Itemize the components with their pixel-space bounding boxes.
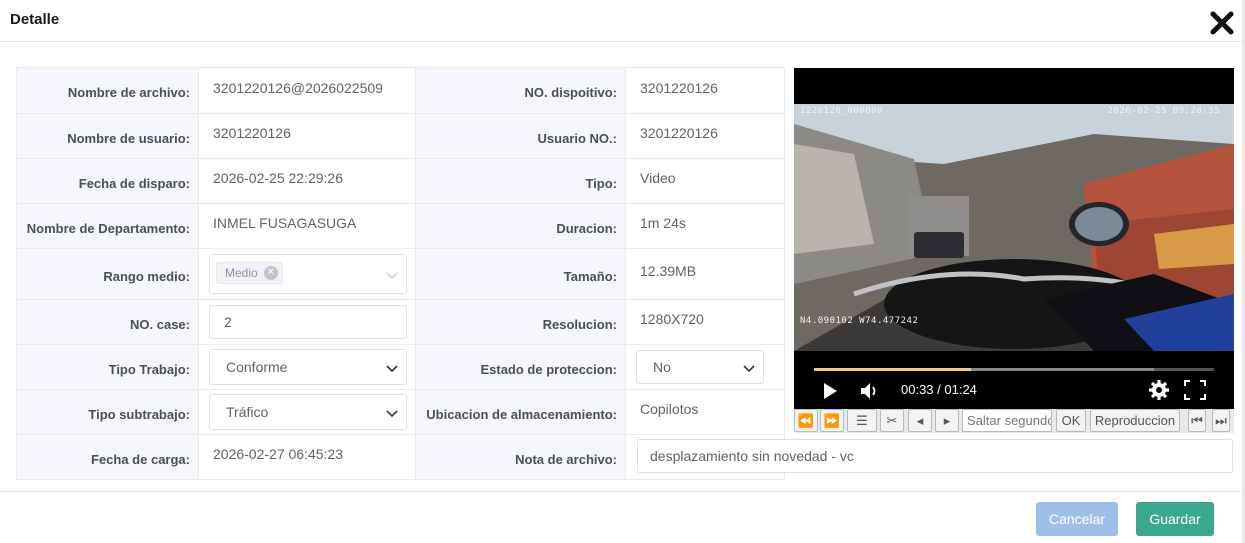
trigger-date-value: 2026-02-25 22:29:26: [213, 170, 343, 186]
upload-date-label: Fecha de carga:: [16, 434, 199, 480]
range-select[interactable]: Medio ✕: [209, 254, 407, 294]
case-no-input[interactable]: 2: [209, 305, 407, 339]
dialog-title: Detalle: [10, 11, 60, 28]
sub-work-type-label: Tipo subtrabajo:: [16, 389, 199, 435]
save-button[interactable]: Guardar: [1136, 502, 1214, 536]
user-name-label: Nombre de usuario:: [16, 113, 199, 159]
seek-played: [814, 368, 972, 371]
range-label: Rango medio:: [16, 248, 199, 300]
fast-forward-button[interactable]: ⏩: [820, 409, 844, 432]
note-input[interactable]: desplazamiento sin novedad - vc: [637, 439, 1233, 473]
dialog-header: Detalle: [0, 0, 1245, 42]
video-frame: 1220126_000000 2026-02-25 09:28:35 N4.09…: [794, 104, 1234, 351]
user-no-label: Usuario NO.:: [415, 113, 626, 159]
ok-button[interactable]: OK: [1056, 409, 1086, 432]
upload-date-value: 2026-02-27 06:45:23: [213, 446, 343, 462]
file-name-value: 3201220126@2026022509: [213, 79, 383, 96]
department-label: Nombre de Departamento:: [16, 203, 199, 249]
tag-close-icon[interactable]: ✕: [263, 266, 278, 280]
duration-label: Duracion:: [415, 203, 626, 249]
osd-device: 1220126_000000: [800, 106, 883, 116]
resolution-value: 1280X720: [640, 311, 704, 327]
next-frame-button[interactable]: ▸: [935, 409, 959, 432]
range-tag: Medio ✕: [216, 262, 283, 284]
list-icon: ☰: [856, 413, 868, 428]
size-label: Tamaño:: [415, 248, 626, 300]
chevron-down-icon: [743, 365, 755, 373]
player-toolbar: ⏪ ⏩ ☰ ✂ ◂ ▸ Saltar segundos OK Reproducc…: [794, 409, 1234, 433]
storage-value: Copilotos: [640, 401, 699, 417]
user-no-value: 3201220126: [640, 125, 718, 141]
prev-frame-icon: ◂: [916, 413, 924, 428]
device-no-value: 3201220126: [640, 79, 718, 96]
rewind-icon: ⏪: [797, 413, 815, 428]
osd-timestamp: 2026-02-25 09:28:35: [1107, 106, 1220, 116]
sub-work-type-select[interactable]: Tráfico: [209, 394, 407, 430]
video-player[interactable]: 1220126_000000 2026-02-25 09:28:35 N4.09…: [794, 68, 1234, 409]
video-scene: [794, 104, 1234, 351]
scissors-icon: ✂: [886, 413, 898, 428]
file-name-label: Nombre de archivo:: [16, 67, 199, 114]
case-no-label: NO. case:: [16, 299, 199, 345]
detail-form: Nombre de archivo: 3201220126@2026022509…: [16, 67, 785, 480]
type-value: Video: [640, 170, 676, 186]
play-icon[interactable]: [822, 382, 838, 400]
osd-coordinates: N4.090102 W74.477242: [800, 316, 919, 326]
fullscreen-icon[interactable]: [1184, 380, 1206, 400]
size-value: 12.39MB: [640, 263, 697, 279]
playback-button[interactable]: Reproduccion: [1090, 409, 1180, 432]
trigger-date-label: Fecha de disparo:: [16, 158, 199, 204]
skip-start-button[interactable]: ⏮: [1188, 409, 1206, 432]
seek-bar[interactable]: [814, 368, 1214, 371]
storage-label: Ubicacion de almacenamiento:: [415, 389, 626, 435]
note-label: Nota de archivo:: [415, 434, 626, 480]
chevron-down-icon: [386, 410, 398, 418]
work-type-select[interactable]: Conforme: [209, 349, 407, 385]
close-icon[interactable]: [1209, 10, 1235, 36]
device-no-label: NO. dispoitivo:: [415, 67, 626, 114]
department-value: INMEL FUSAGASUGA: [213, 215, 357, 231]
type-label: Tipo:: [415, 158, 626, 204]
chevron-down-icon: [386, 365, 398, 373]
prev-frame-button[interactable]: ◂: [908, 409, 932, 432]
skip-end-button[interactable]: ⏭: [1212, 409, 1230, 432]
rewind-button[interactable]: ⏪: [794, 409, 818, 432]
skip-seconds-input[interactable]: Saltar segundos: [962, 409, 1052, 432]
resolution-label: Resolucion:: [415, 299, 626, 345]
sub-work-type-value: Tráfico: [226, 404, 269, 420]
cancel-button[interactable]: Cancelar: [1036, 502, 1118, 536]
next-frame-icon: ▸: [943, 413, 951, 428]
duration-value: 1m 24s: [640, 215, 686, 231]
skip-start-icon: ⏮: [1191, 413, 1203, 428]
video-time: 00:33 / 01:24: [901, 382, 977, 397]
protection-select[interactable]: No: [636, 350, 764, 384]
clip-button[interactable]: ✂: [880, 409, 904, 432]
protection-value: No: [653, 359, 671, 375]
fast-forward-icon: ⏩: [823, 413, 841, 428]
work-type-label: Tipo Trabajo:: [16, 344, 199, 390]
footer-divider: [0, 491, 1242, 492]
chevron-down-icon: [386, 272, 398, 279]
list-button[interactable]: ☰: [847, 409, 877, 432]
user-name-value: 3201220126: [213, 125, 291, 141]
range-tag-label: Medio: [225, 266, 258, 280]
skip-end-icon: ⏭: [1215, 413, 1227, 428]
volume-icon[interactable]: [860, 382, 880, 400]
settings-icon[interactable]: [1148, 379, 1170, 401]
protection-label: Estado de proteccion:: [415, 344, 626, 390]
work-type-value: Conforme: [226, 359, 288, 375]
